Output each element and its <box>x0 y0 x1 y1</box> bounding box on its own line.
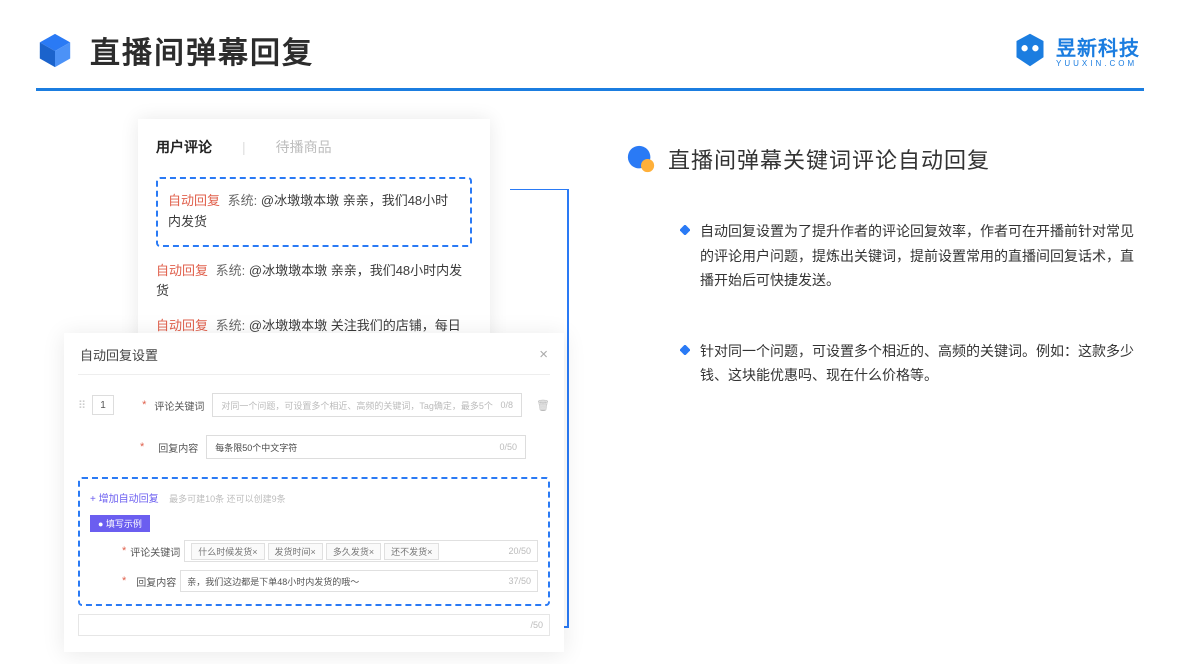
add-hint: 最多可建10条 还可以创建9条 <box>169 494 286 504</box>
content-input[interactable]: 每条限50个中文字符 0/50 <box>206 435 526 459</box>
keyword-label: 评论关键词 <box>154 398 204 413</box>
extra-count: /50 <box>78 614 550 636</box>
diamond-icon <box>680 225 690 235</box>
content-row: * 回复内容 每条限50个中文字符 0/50 <box>78 435 550 459</box>
auto-reply-badge: 自动回复 <box>168 193 220 208</box>
left-column: 用户评论 | 待播商品 自动回复 系统: @冰墩墩本墩 亲亲，我们48小时内发货… <box>70 119 580 434</box>
tabs: 用户评论 | 待播商品 <box>156 137 472 157</box>
example-keyword-input[interactable]: 什么时候发货× 发货时间× 多久发货× 还不发货× 20/50 <box>184 540 538 562</box>
delete-icon[interactable]: 🗑 <box>536 399 550 412</box>
example-content-input[interactable]: 亲，我们这边都是下单48小时内发货的哦～ 37/50 <box>180 570 538 592</box>
tab-comments[interactable]: 用户评论 <box>156 137 212 157</box>
close-icon[interactable]: × <box>539 346 548 363</box>
tab-products[interactable]: 待播商品 <box>276 137 332 157</box>
bullet-2: 针对同一个问题，可设置多个相近的、高频的关键词。例如：这款多少钱、这块能优惠吗、… <box>626 339 1142 388</box>
content-label: 回复内容 <box>152 440 198 455</box>
tag[interactable]: 多久发货× <box>326 543 381 560</box>
page-title: 直播间弹幕回复 <box>90 28 314 72</box>
cube-icon <box>36 31 74 69</box>
chat-bubble-icon <box>626 144 656 174</box>
example-content-row: * 回复内容 亲，我们这边都是下单48小时内发货的哦～ 37/50 <box>90 570 538 592</box>
tag[interactable]: 发货时间× <box>268 543 323 560</box>
rule-index: 1 <box>92 395 114 415</box>
add-rule-link[interactable]: + 增加自动回复 <box>90 494 159 505</box>
dialog-title: 自动回复设置 <box>80 345 158 364</box>
example-badge: ● 填写示例 <box>90 515 150 532</box>
brand-logo-icon <box>1012 32 1048 68</box>
header-left: 直播间弹幕回复 <box>36 28 314 72</box>
auto-reply-badge: 自动回复 <box>156 318 208 333</box>
example-section: + 增加自动回复 最多可建10条 还可以创建9条 ● 填写示例 * 评论关键词 … <box>78 477 550 606</box>
brand: 昱新科技 YUUXIN.COM <box>1012 32 1140 68</box>
brand-name: 昱新科技 <box>1056 32 1140 61</box>
highlighted-comment: 自动回复 系统: @冰墩墩本墩 亲亲，我们48小时内发货 <box>156 177 472 247</box>
keyword-row: ⠿ 1 * 评论关键词 对同一个问题，可设置多个相近、高频的关键词，Tag确定，… <box>78 393 550 417</box>
section-head: 直播间弹幕关键词评论自动回复 <box>626 143 1142 175</box>
tag[interactable]: 什么时候发货× <box>191 543 264 560</box>
bullet-1: 自动回复设置为了提升作者的评论回复效率，作者可在开播前针对常见的评论用户问题，提… <box>626 219 1142 293</box>
header: 直播间弹幕回复 昱新科技 YUUXIN.COM <box>0 0 1180 84</box>
diamond-icon <box>680 345 690 355</box>
right-column: 直播间弹幕关键词评论自动回复 自动回复设置为了提升作者的评论回复效率，作者可在开… <box>626 119 1142 434</box>
keyword-input[interactable]: 对同一个问题，可设置多个相近、高频的关键词，Tag确定，最多5个 0/8 <box>212 393 522 417</box>
brand-sub: YUUXIN.COM <box>1056 59 1137 68</box>
example-keyword-row: * 评论关键词 什么时候发货× 发货时间× 多久发货× 还不发货× 20/50 <box>90 540 538 562</box>
settings-dialog: 自动回复设置 × ⠿ 1 * 评论关键词 对同一个问题，可设置多个相近、高频的关… <box>64 333 564 652</box>
tag[interactable]: 还不发货× <box>384 543 439 560</box>
section-title: 直播间弹幕关键词评论自动回复 <box>668 143 990 175</box>
drag-handle-icon[interactable]: ⠿ <box>78 399 84 412</box>
auto-reply-badge: 自动回复 <box>156 263 208 278</box>
